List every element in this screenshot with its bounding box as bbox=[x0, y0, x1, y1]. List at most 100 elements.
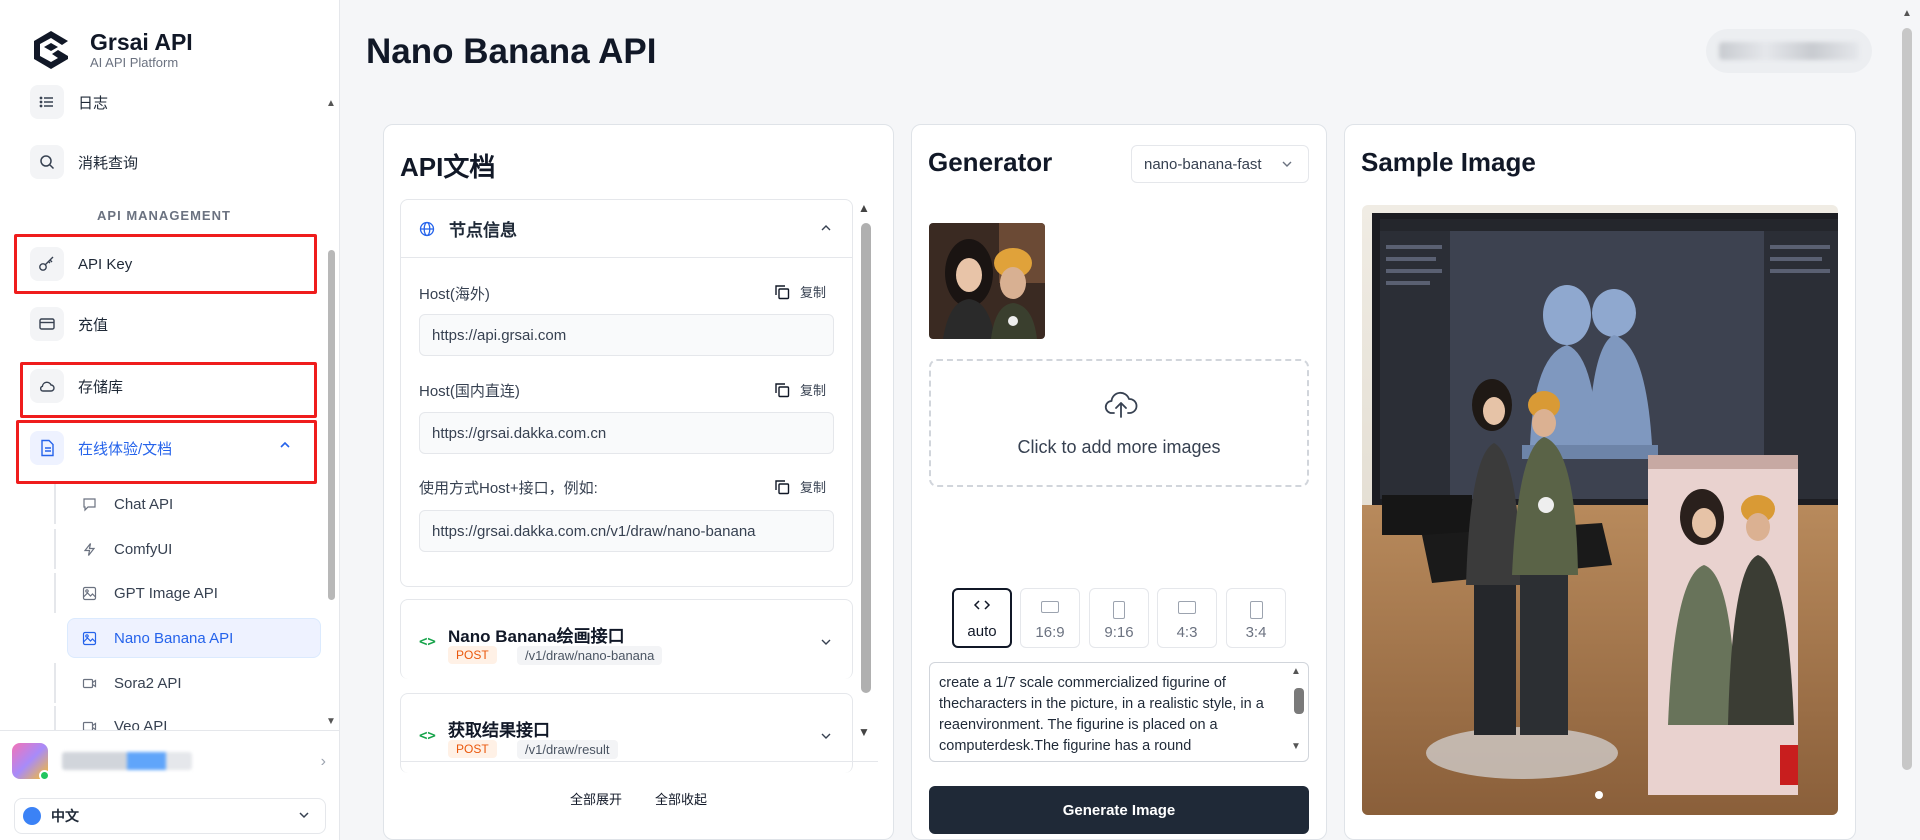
collapse-all-button[interactable]: 全部收起 bbox=[655, 789, 707, 808]
sidebar-subitem-label: Sora2 API bbox=[114, 674, 182, 692]
page-title: Nano Banana API bbox=[366, 32, 657, 71]
copy-label: 复制 bbox=[799, 383, 826, 398]
sidebar-subitem-comfyui[interactable]: ComfyUI bbox=[54, 529, 314, 569]
chevron-up-icon bbox=[821, 225, 831, 231]
bolt-icon bbox=[82, 542, 100, 557]
expand-all-button[interactable]: 全部展开 bbox=[570, 789, 622, 808]
method-badge: POST bbox=[448, 646, 497, 664]
user-name-redacted bbox=[62, 751, 192, 770]
prompt-scroll-down[interactable]: ▼ bbox=[1291, 741, 1301, 752]
chevron-down-icon bbox=[299, 812, 309, 819]
doc-scroll-up[interactable]: ▲ bbox=[858, 201, 870, 215]
language-label: 中文 bbox=[51, 808, 79, 824]
copy-button[interactable]: 复制 bbox=[774, 477, 826, 496]
endpoint-path: /v1/draw/nano-banana bbox=[517, 646, 663, 665]
image-icon bbox=[82, 586, 100, 601]
brand[interactable]: Grsai API AI API Platform bbox=[28, 24, 193, 76]
landscape-icon bbox=[1178, 601, 1196, 614]
host-domestic-label: Host(国内直连) bbox=[419, 383, 520, 400]
page-scroll-up[interactable]: ▲ bbox=[1902, 8, 1912, 19]
doc-scrollbar[interactable] bbox=[861, 223, 871, 693]
sidebar-subitem-sora2-api[interactable]: Sora2 API bbox=[54, 663, 314, 703]
method-badge: POST bbox=[448, 740, 497, 758]
sidebar-subitem-chat-api[interactable]: Chat API bbox=[54, 484, 314, 524]
ratio-9-16-button[interactable]: 9:16 bbox=[1089, 588, 1149, 648]
usage-example-field[interactable]: https://grsai.dakka.com.cn/v1/draw/nano-… bbox=[419, 510, 834, 552]
chat-icon bbox=[82, 497, 100, 512]
chevron-up-icon[interactable] bbox=[278, 438, 292, 452]
prompt-scrollbar[interactable] bbox=[1294, 688, 1304, 714]
document-icon bbox=[30, 431, 64, 465]
sidebar-item-logs[interactable]: 日志 bbox=[14, 84, 314, 128]
copy-button[interactable]: 复制 bbox=[774, 282, 826, 301]
sidebar-scrollbar[interactable] bbox=[328, 250, 335, 600]
sample-title: Sample Image bbox=[1361, 147, 1536, 177]
ratio-label: auto bbox=[967, 623, 997, 640]
copy-button[interactable]: 复制 bbox=[774, 380, 826, 399]
carousel-indicator[interactable] bbox=[1595, 791, 1603, 799]
language-select[interactable]: 中文 bbox=[14, 798, 326, 834]
add-images-dropzone[interactable]: Click to add more images bbox=[929, 359, 1309, 487]
sidebar-subitem-nano-banana-api[interactable]: Nano Banana API bbox=[67, 618, 321, 658]
account-pill[interactable] bbox=[1706, 29, 1872, 73]
list-icon bbox=[30, 85, 64, 119]
copy-icon bbox=[775, 284, 790, 299]
brand-title: Grsai API bbox=[90, 29, 193, 55]
host-overseas-field[interactable]: https://api.grsai.com bbox=[419, 314, 834, 356]
sidebar-item-api-key[interactable]: API Key bbox=[14, 238, 314, 290]
sidebar-nav: 日志 消耗查询 API MANAGEMENT API Key 充值 存储库 在线… bbox=[14, 84, 324, 730]
grsai-logo-icon bbox=[34, 31, 68, 69]
endpoint-title: 获取结果接口 bbox=[448, 721, 550, 740]
ratio-label: 16:9 bbox=[1035, 624, 1065, 641]
node-info-header[interactable]: 节点信息 bbox=[401, 200, 852, 258]
sample-image bbox=[1362, 205, 1838, 815]
divider bbox=[400, 761, 878, 762]
ratio-3-4-button[interactable]: 3:4 bbox=[1226, 588, 1286, 648]
sidebar-subitem-label: Chat API bbox=[114, 495, 174, 513]
chevron-down-icon bbox=[821, 733, 831, 739]
sidebar-item-label: 日志 bbox=[78, 94, 109, 112]
section-title-api-management: API MANAGEMENT bbox=[97, 208, 231, 223]
chevron-down-icon bbox=[821, 639, 831, 645]
sidebar-item-recharge[interactable]: 充值 bbox=[14, 298, 314, 350]
usage-example-label: 使用方式Host+接口，例如: bbox=[419, 480, 598, 497]
sidebar-subitem-gpt-image-api[interactable]: GPT Image API bbox=[54, 573, 314, 613]
language-icon bbox=[23, 807, 41, 825]
ratio-auto-button[interactable]: auto bbox=[952, 588, 1012, 648]
doc-title: API文档 bbox=[400, 152, 496, 182]
sidebar-subitem-veo-api[interactable]: Veo API bbox=[54, 706, 314, 730]
upload-text: Click to add more images bbox=[1017, 437, 1221, 457]
uploaded-image-thumbnail[interactable] bbox=[929, 223, 1045, 339]
ratio-4-3-button[interactable]: 4:3 bbox=[1157, 588, 1217, 648]
code-icon: <> bbox=[419, 634, 436, 650]
scroll-down-arrow[interactable]: ▼ bbox=[326, 716, 336, 727]
sidebar: Grsai API AI API Platform 日志 消耗查询 API MA… bbox=[0, 0, 340, 840]
model-select[interactable]: nano-banana-fast bbox=[1131, 145, 1309, 183]
chevron-right-icon: › bbox=[320, 753, 326, 770]
sidebar-subitem-label: ComfyUI bbox=[114, 540, 173, 558]
ratio-16-9-button[interactable]: 16:9 bbox=[1020, 588, 1080, 648]
endpoint-path: /v1/draw/result bbox=[517, 740, 618, 759]
prompt-textarea[interactable]: create a 1/7 scale commercialized figuri… bbox=[929, 662, 1309, 762]
generate-image-button[interactable]: Generate Image bbox=[929, 786, 1309, 834]
sidebar-subitem-label: Veo API bbox=[114, 717, 168, 731]
scroll-up-arrow[interactable]: ▲ bbox=[326, 98, 336, 109]
sidebar-item-label: 存储库 bbox=[78, 378, 124, 396]
account-redacted bbox=[1719, 42, 1859, 60]
sidebar-item-usage[interactable]: 消耗查询 bbox=[14, 136, 314, 188]
sidebar-item-storage[interactable]: 存储库 bbox=[14, 360, 314, 412]
doc-scroll-down[interactable]: ▼ bbox=[858, 725, 870, 739]
endpoint-draw[interactable]: <> Nano Banana绘画接口 POST /v1/draw/nano-ba… bbox=[400, 599, 853, 679]
sidebar-item-label: 充值 bbox=[78, 316, 109, 334]
prompt-scroll-up[interactable]: ▲ bbox=[1291, 666, 1301, 677]
upload-cloud-icon bbox=[1104, 392, 1138, 418]
cloud-icon bbox=[30, 369, 64, 403]
user-profile[interactable]: › bbox=[0, 730, 340, 790]
sidebar-item-docs[interactable]: 在线体验/文档 bbox=[14, 422, 314, 474]
page-scrollbar[interactable] bbox=[1902, 28, 1912, 770]
host-domestic-field[interactable]: https://grsai.dakka.com.cn bbox=[419, 412, 834, 454]
search-icon bbox=[30, 145, 64, 179]
ratio-label: 3:4 bbox=[1245, 624, 1267, 641]
endpoint-title: Nano Banana绘画接口 bbox=[448, 627, 625, 646]
credit-card-icon bbox=[30, 307, 64, 341]
